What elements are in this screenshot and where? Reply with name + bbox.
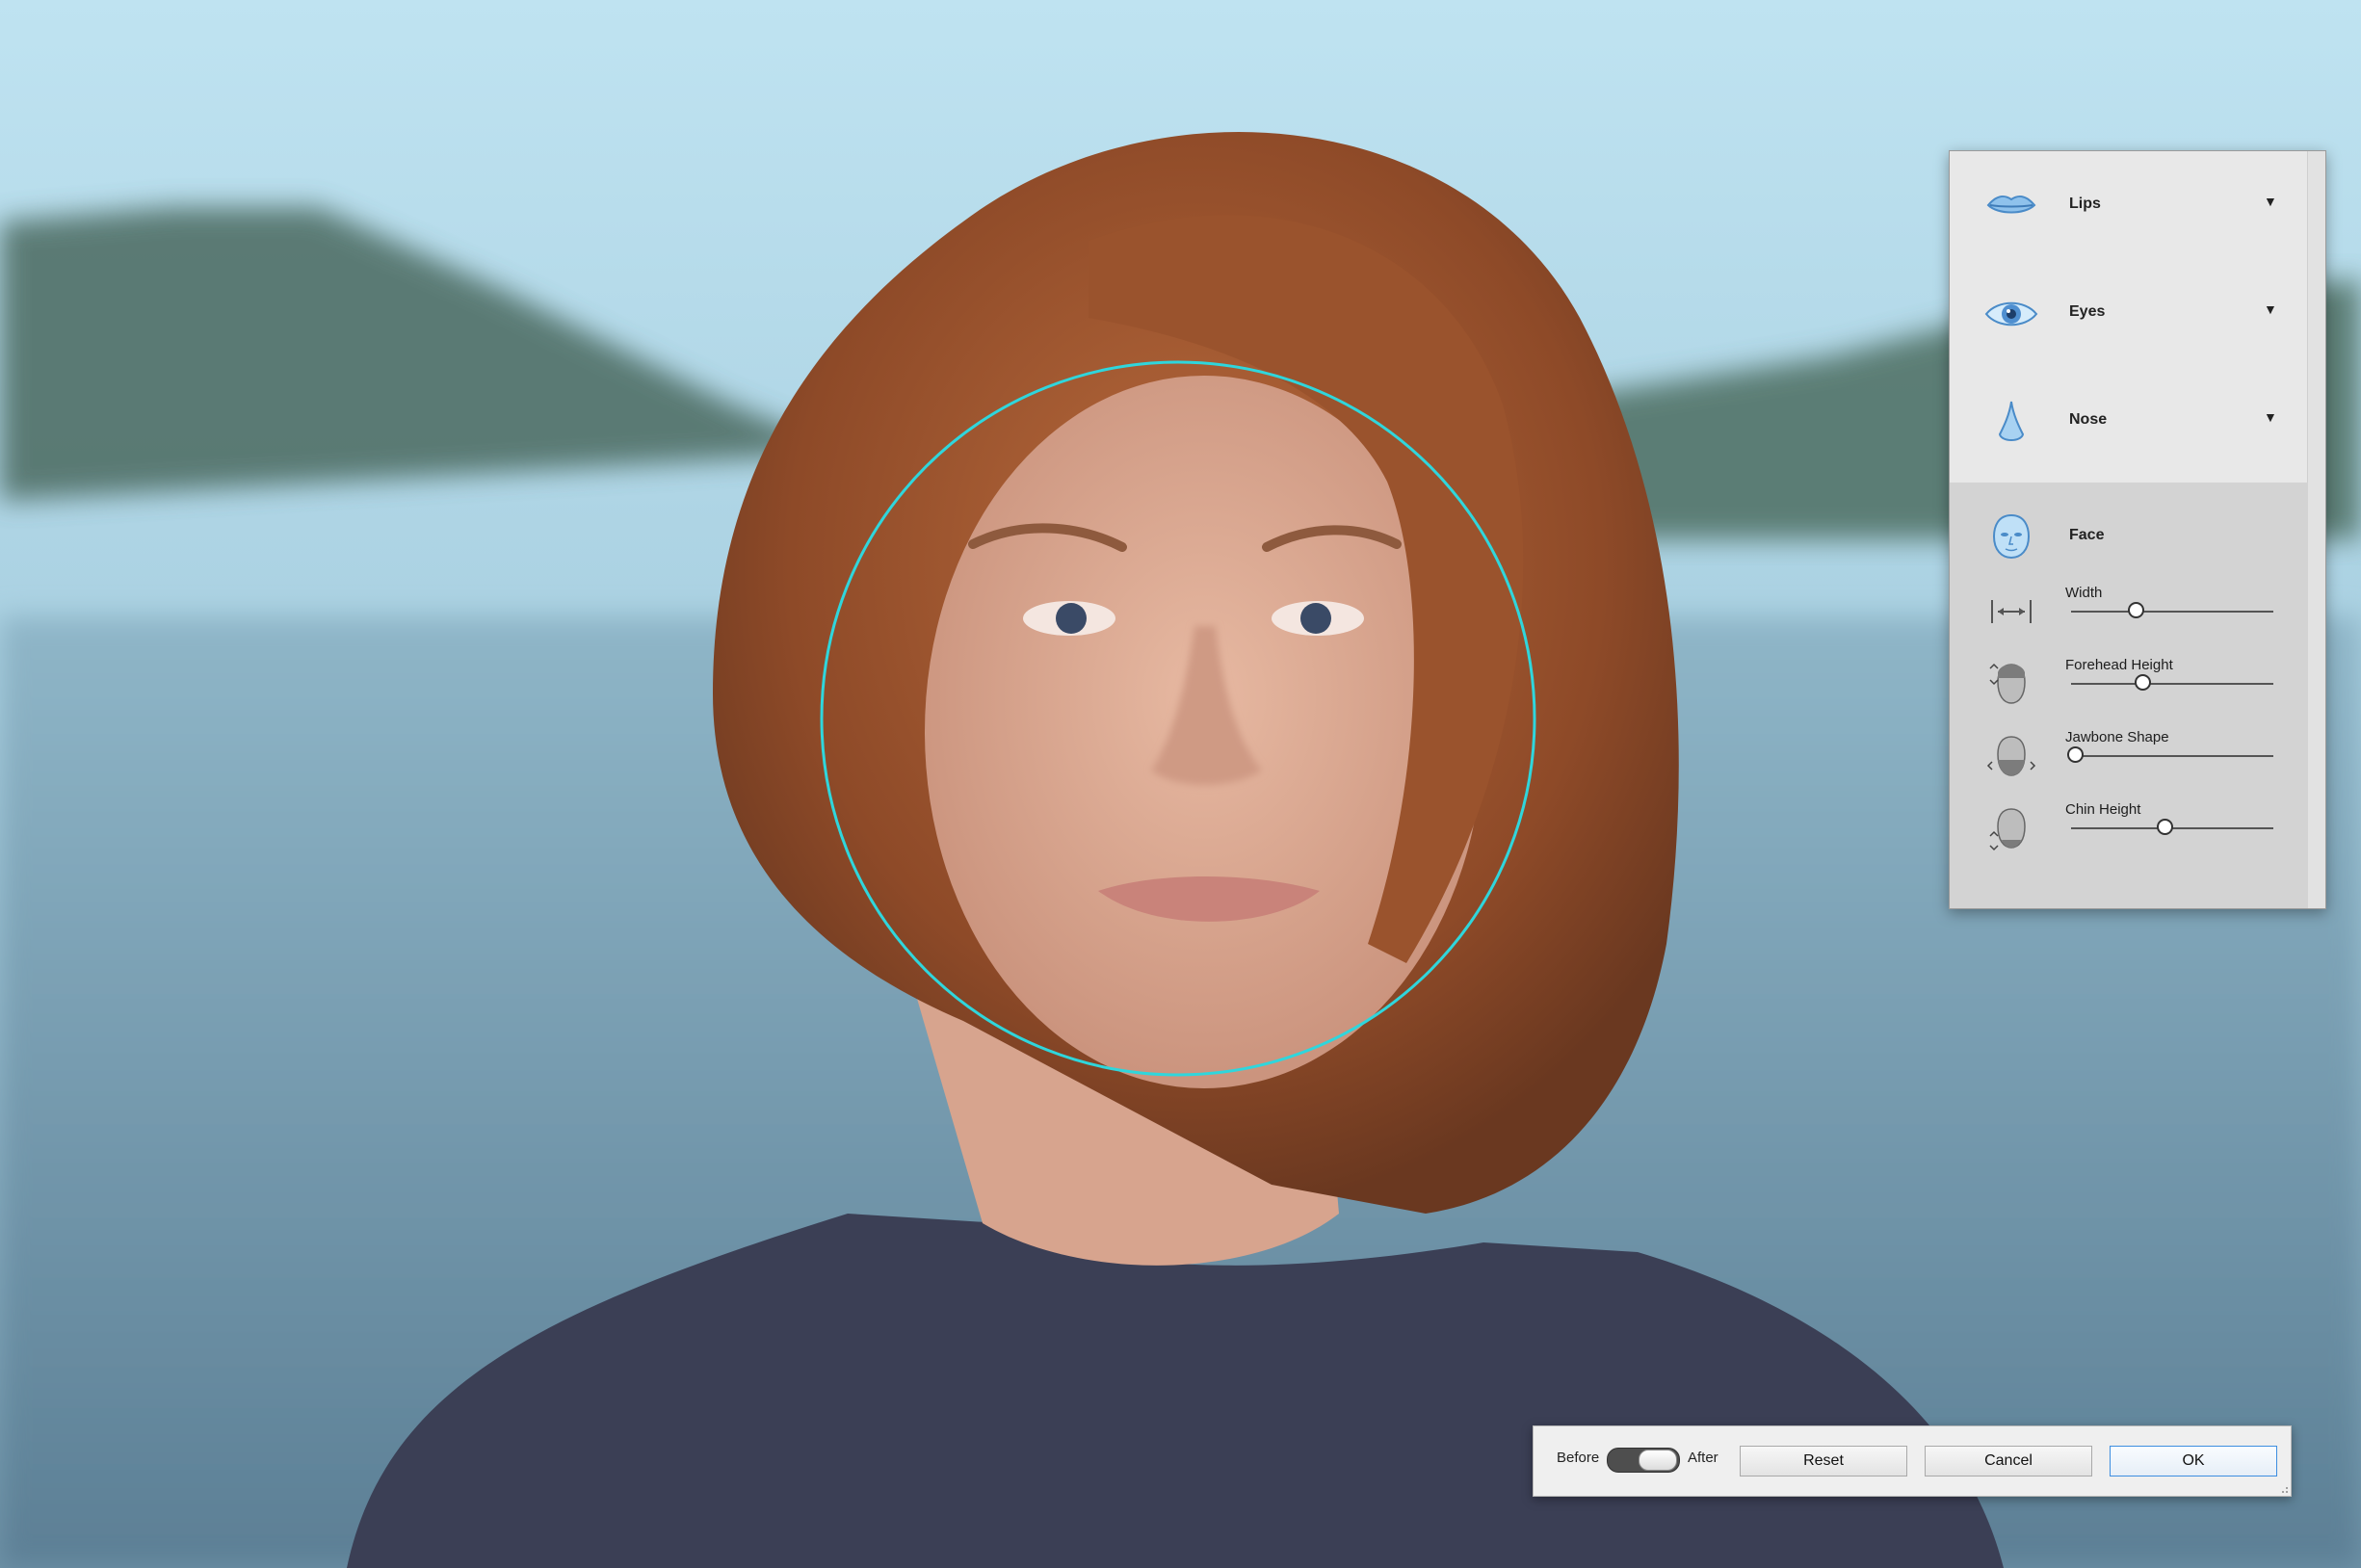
slider-track[interactable] [2071, 611, 2273, 613]
slider-thumb[interactable] [2134, 674, 2151, 691]
slider-thumb[interactable] [2156, 819, 2173, 835]
section-face: Face Width Forehead Height Jawbone Shape… [1950, 483, 2308, 908]
slider-track[interactable] [2071, 683, 2273, 685]
section-eyes[interactable]: Eyes ▼ [1950, 259, 2308, 367]
slider-jawbone-shape: Jawbone Shape [1950, 723, 2308, 793]
forehead-height-icon [1989, 663, 2026, 704]
slider-label: Width [2065, 585, 2103, 601]
section-face-header[interactable]: Face [1950, 483, 2308, 590]
ok-button[interactable]: OK [2110, 1446, 2277, 1477]
expand-arrow-icon[interactable]: ▼ [2264, 409, 2277, 425]
chin-height-icon [1989, 808, 2026, 851]
eye-icon [1984, 301, 2038, 327]
slider-thumb[interactable] [2067, 746, 2085, 763]
slider-label: Jawbone Shape [2065, 729, 2169, 745]
panel-scrollbar[interactable] [2307, 151, 2325, 908]
face-icon [1992, 513, 2031, 560]
width-arrows-icon [1991, 600, 2032, 623]
expand-arrow-icon[interactable]: ▼ [2264, 194, 2277, 209]
nose-icon [1998, 401, 2025, 441]
resize-grip-icon[interactable] [2279, 1484, 2289, 1494]
slider-thumb[interactable] [2128, 602, 2145, 618]
slider-label: Forehead Height [2065, 657, 2173, 673]
face-tool-panel: Lips ▼ Eyes ▼ Nose ▼ Face Width Forehead… [1949, 150, 2326, 909]
toggle-knob[interactable] [1639, 1450, 1677, 1471]
expand-arrow-icon[interactable]: ▼ [2264, 301, 2277, 317]
slider-width: Width [1950, 579, 2308, 648]
section-lips[interactable]: Lips ▼ [1950, 151, 2308, 259]
after-label: After [1688, 1450, 1718, 1466]
section-label: Lips [2069, 196, 2101, 212]
jawbone-shape-icon [1986, 736, 2036, 776]
slider-track[interactable] [2071, 755, 2273, 757]
before-after-action-bar: Before After Reset Cancel OK [1533, 1425, 2292, 1497]
section-nose[interactable]: Nose ▼ [1950, 367, 2308, 475]
cancel-button[interactable]: Cancel [1925, 1446, 2092, 1477]
before-label: Before [1557, 1450, 1600, 1466]
slider-label: Chin Height [2065, 801, 2141, 818]
section-label: Nose [2069, 411, 2108, 428]
slider-forehead-height: Forehead Height [1950, 651, 2308, 720]
slider-chin-height: Chin Height [1950, 796, 2308, 865]
before-after-toggle[interactable] [1607, 1448, 1680, 1473]
section-label: Eyes [2069, 303, 2106, 320]
lips-icon [1986, 195, 2036, 214]
reset-button[interactable]: Reset [1740, 1446, 1907, 1477]
section-label: Face [2069, 527, 2105, 543]
